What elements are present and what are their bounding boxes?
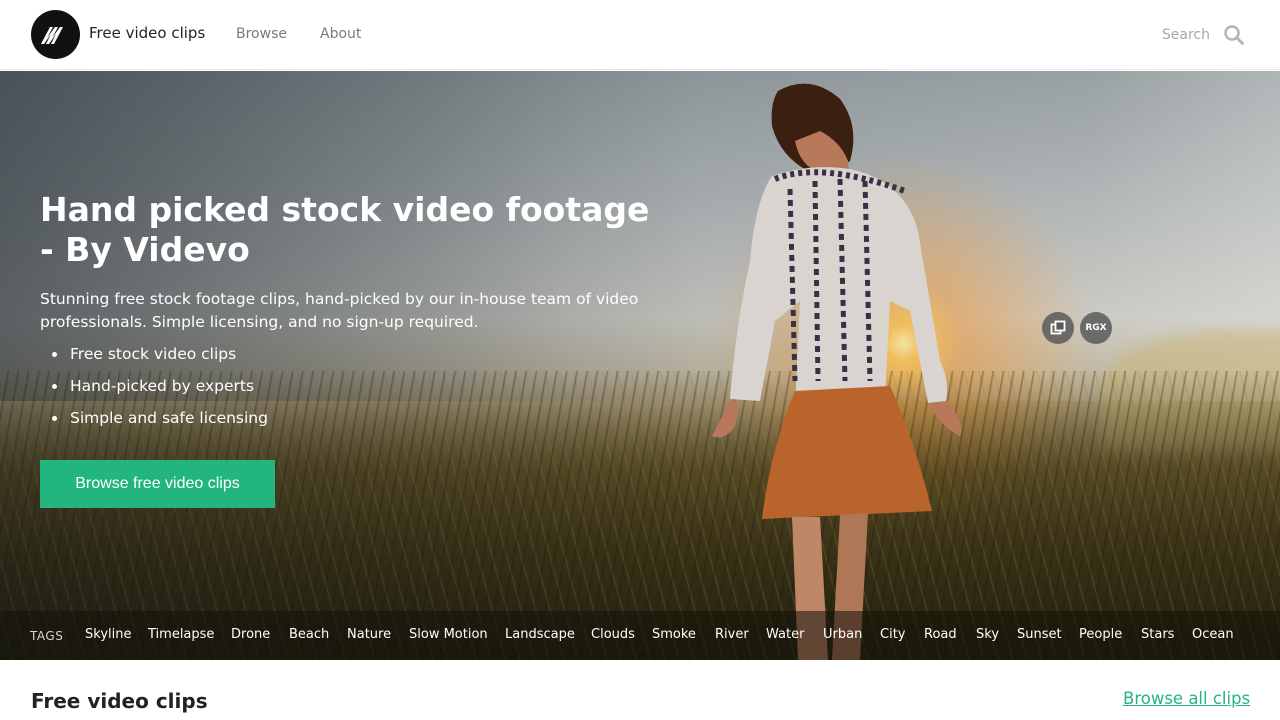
brand-name[interactable]: Free video clips (89, 24, 205, 42)
nav-about-link[interactable]: About (320, 26, 361, 42)
tag-link[interactable]: Smoke (652, 627, 696, 642)
hero-feature-item: Simple and safe licensing (50, 407, 268, 439)
site-header: Free video clips Browse About (0, 0, 1280, 70)
section-title: Free video clips (31, 689, 208, 713)
hero-feature-list: Free stock video clips Hand-picked by ex… (50, 343, 268, 439)
tag-link[interactable]: Drone (231, 627, 270, 642)
tag-link[interactable]: Water (766, 627, 804, 642)
nav-browse-link[interactable]: Browse (236, 26, 287, 42)
tag-link[interactable]: Slow Motion (409, 627, 488, 642)
tag-link[interactable]: Timelapse (148, 627, 214, 642)
copy-icon[interactable] (1042, 312, 1074, 344)
tags-label: TAGS (30, 629, 64, 643)
tag-link[interactable]: River (715, 627, 749, 642)
tag-link[interactable]: Landscape (505, 627, 575, 642)
hero-banner: Hand picked stock video footage - By Vid… (0, 71, 1280, 660)
browse-free-clips-button[interactable]: Browse free video clips (40, 460, 275, 508)
tag-link[interactable]: Urban (823, 627, 862, 642)
tag-link[interactable]: Sunset (1017, 627, 1062, 642)
tag-link[interactable]: Beach (289, 627, 329, 642)
tag-link[interactable]: Clouds (591, 627, 635, 642)
videvo-logo-icon[interactable] (31, 10, 80, 59)
hero-subtitle: Stunning free stock footage clips, hand-… (40, 290, 639, 331)
search-input[interactable] (1100, 22, 1210, 48)
search-icon[interactable] (1223, 24, 1245, 46)
tag-link[interactable]: Sky (976, 627, 999, 642)
tag-link[interactable]: Road (924, 627, 957, 642)
tag-link[interactable]: Stars (1141, 627, 1174, 642)
hero-person-image (712, 83, 962, 660)
tags-bar: TAGS Skyline Timelapse Drone Beach Natur… (0, 611, 1280, 660)
tag-link[interactable]: City (880, 627, 905, 642)
tag-link[interactable]: Ocean (1192, 627, 1234, 642)
browse-all-clips-link[interactable]: Browse all clips (1123, 689, 1250, 708)
tag-link[interactable]: People (1079, 627, 1122, 642)
hero-title: Hand picked stock video footage - By Vid… (40, 190, 650, 269)
rgx-badge[interactable]: RGX (1080, 312, 1112, 344)
tag-link[interactable]: Nature (347, 627, 391, 642)
hero-feature-item: Free stock video clips (50, 343, 268, 375)
hero-feature-item: Hand-picked by experts (50, 375, 268, 407)
tag-link[interactable]: Skyline (85, 627, 131, 642)
